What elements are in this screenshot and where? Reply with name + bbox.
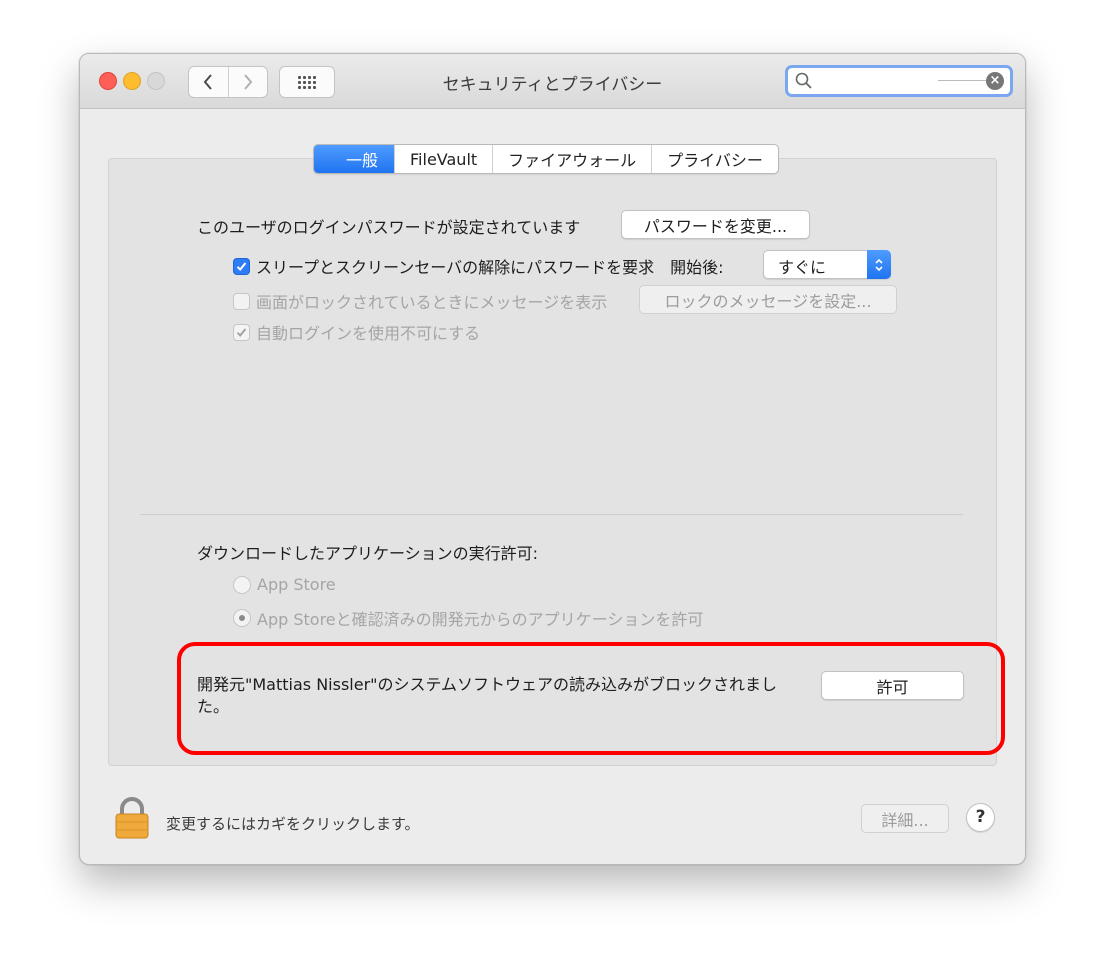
title-bar: セキュリティとプライバシー × [80,54,1025,109]
downloads-heading: ダウンロードしたアプリケーションの実行許可: [197,544,539,563]
close-window-button[interactable] [99,72,117,90]
help-button[interactable]: ? [966,803,995,832]
back-button[interactable] [189,67,228,97]
show-all-button[interactable] [279,66,335,98]
tab-bar: 一般 FileVault ファイアウォール プライバシー [313,144,779,174]
start-after-select[interactable]: すぐに [763,250,891,279]
minimize-window-button[interactable] [123,72,141,90]
updown-arrows-icon [867,250,891,279]
clear-icon[interactable]: × [986,72,1004,90]
zoom-window-button[interactable] [147,72,165,90]
show-message-row: 画面がロックされているときにメッセージを表示 [233,289,607,313]
search-field[interactable]: × [785,65,1013,97]
section-divider [140,514,963,515]
tab-privacy[interactable]: プライバシー [651,145,778,173]
set-lock-message-button[interactable]: ロックのメッセージを設定... [639,285,897,314]
start-after-label: 開始後: [670,258,724,277]
app-store-label: App Store [257,575,336,594]
forward-button[interactable] [227,67,268,97]
preferences-window: セキュリティとプライバシー × 一般 FileVault ファイアウォール プラ… [79,53,1026,865]
change-password-button[interactable]: パスワードを変更... [621,210,810,239]
app-store-option: App Store [233,575,336,594]
app-store-identified-option: App Storeと確認済みの開発元からのアプリケーションを許可 [233,606,703,630]
lock-icon[interactable] [112,796,152,844]
tab-general[interactable]: 一般 [314,145,395,173]
start-after-value: すぐに [778,258,827,277]
tab-filevault[interactable]: FileVault [394,145,492,173]
search-separator [938,80,988,81]
require-password-checkbox[interactable] [233,257,250,275]
chevron-right-icon [243,74,253,90]
show-message-checkbox[interactable] [233,292,250,310]
checkmark-icon [236,327,247,337]
disable-autologin-row: 自動ログインを使用不可にする [233,320,480,344]
lock-hint-text: 変更するにはカギをクリックします。 [166,815,420,833]
grid-icon [298,75,316,89]
navigation-buttons [188,66,268,98]
show-message-label: 画面がロックされているときにメッセージを表示 [256,293,608,312]
checkmark-icon [236,261,247,271]
app-store-radio[interactable] [233,575,251,594]
magnifier-icon [795,72,812,89]
password-status-text: このユーザのログインパスワードが設定されています [197,218,581,237]
advanced-button[interactable]: 詳細... [861,804,949,833]
chevron-left-icon [203,74,213,90]
tab-firewall[interactable]: ファイアウォール [492,145,651,173]
app-store-identified-label: App Storeと確認済みの開発元からのアプリケーションを許可 [257,610,704,629]
require-password-row: スリープとスクリーンセーバの解除にパスワードを要求 開始後: [233,254,724,278]
require-password-label: スリープとスクリーンセーバの解除にパスワードを要求 [256,258,655,277]
window-title: セキュリティとプライバシー [442,75,663,95]
disable-autologin-label: 自動ログインを使用不可にする [256,324,481,343]
app-store-identified-radio[interactable] [233,609,251,627]
disable-autologin-checkbox[interactable] [233,323,250,341]
highlight-annotation [177,642,1005,755]
